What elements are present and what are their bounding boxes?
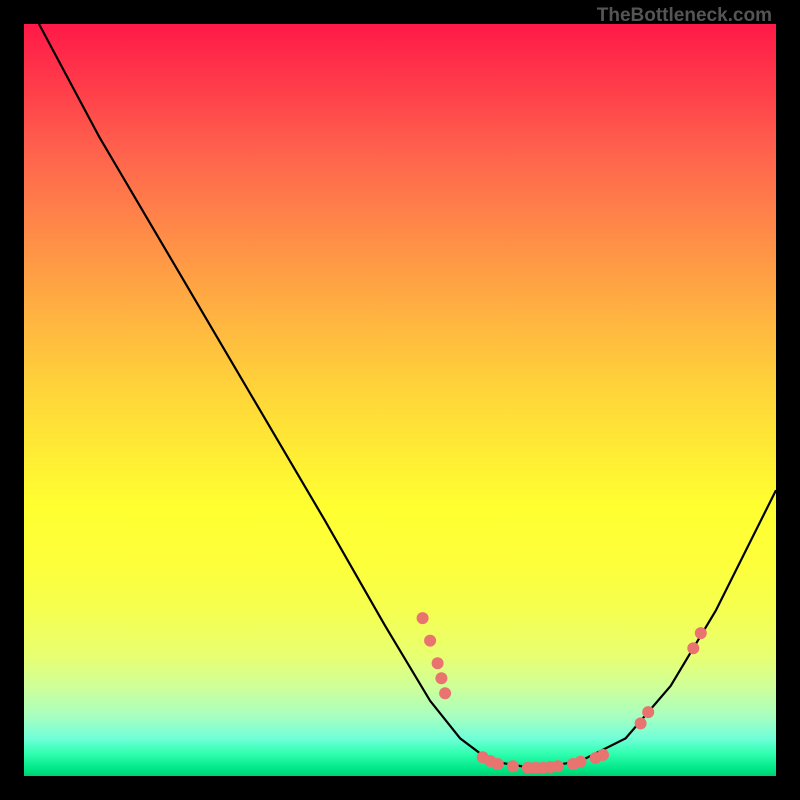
bottleneck-curve: [39, 24, 776, 769]
data-point: [432, 657, 444, 669]
data-point: [417, 612, 429, 624]
data-point: [695, 627, 707, 639]
data-point: [492, 758, 504, 770]
data-point: [642, 706, 654, 718]
data-point: [575, 756, 587, 768]
chart-svg: [24, 24, 776, 776]
data-point: [635, 717, 647, 729]
data-point: [552, 760, 564, 772]
data-point: [435, 672, 447, 684]
data-point: [439, 687, 451, 699]
data-point: [507, 760, 519, 772]
data-point: [597, 749, 609, 761]
chart-area: [24, 24, 776, 776]
data-point: [424, 635, 436, 647]
data-point: [687, 642, 699, 654]
watermark-text: TheBottleneck.com: [597, 5, 772, 27]
